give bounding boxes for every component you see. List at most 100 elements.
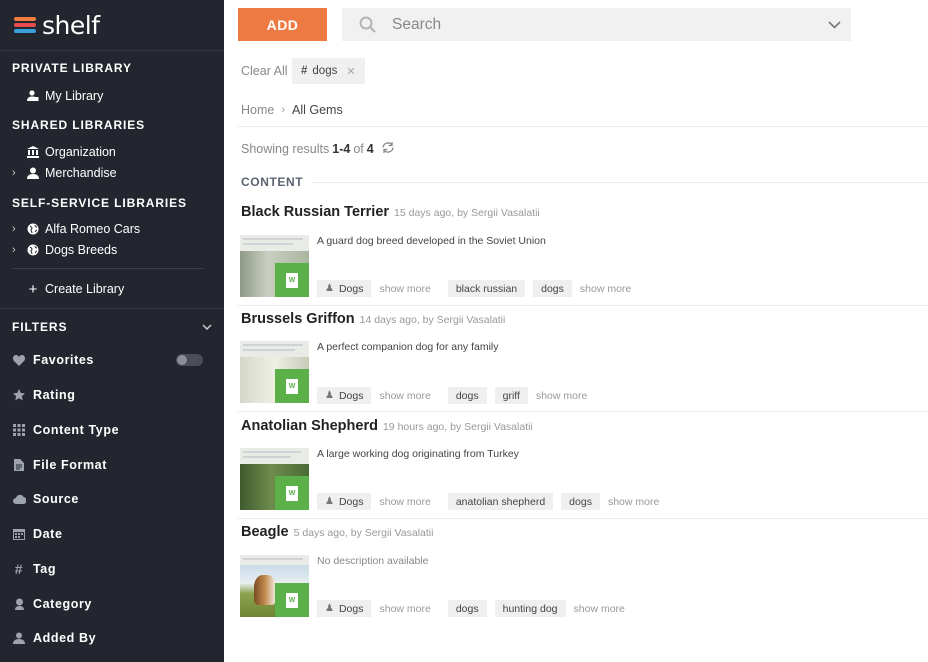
filter-favorites[interactable]: Favorites <box>12 351 94 369</box>
category-icon <box>12 598 26 610</box>
sidebar-item-alfa-romeo-cars[interactable]: › Alfa Romeo Cars <box>12 220 140 238</box>
divider <box>238 126 928 127</box>
sidebar-item-label: My Library <box>45 89 104 103</box>
gem-title[interactable]: Beagle 5 days ago, by Sergii Vasalatii <box>241 524 433 540</box>
gem-title[interactable]: Black Russian Terrier 15 days ago, by Se… <box>241 204 540 220</box>
sidebar-item-dogs-breeds[interactable]: › Dogs Breeds <box>12 241 117 259</box>
filter-label: File Format <box>33 458 107 472</box>
sidebar-item-my-library[interactable]: My Library <box>12 87 103 105</box>
category-chip[interactable]: ♟ Dogs <box>317 387 372 404</box>
results-range: 1-4 <box>332 142 351 156</box>
gem-thumbnail[interactable]: W <box>240 341 309 403</box>
tag-chip[interactable]: black russian <box>447 280 526 297</box>
gem-title[interactable]: Anatolian Shepherd 19 hours ago, by Serg… <box>241 418 533 434</box>
tag-chip[interactable]: hunting dog <box>494 600 566 617</box>
filter-tag[interactable]: # Tag <box>12 560 56 578</box>
tag-chip[interactable]: anatolian shepherd <box>447 493 554 510</box>
show-more-link[interactable]: show more <box>536 390 587 402</box>
breadcrumb: Home › All Gems <box>241 103 343 117</box>
show-more-link[interactable]: show more <box>379 603 430 615</box>
sidebar-item-label: Alfa Romeo Cars <box>45 222 141 236</box>
results-count: Showing results 1-4 of 4 <box>241 141 395 157</box>
category-chip[interactable]: ♟ Dogs <box>317 280 372 297</box>
gem-title-text[interactable]: Brussels Griffon <box>241 311 355 327</box>
favorites-toggle[interactable] <box>176 354 203 366</box>
tag-chip[interactable]: dogs <box>447 387 487 404</box>
refresh-icon[interactable] <box>381 141 395 157</box>
category-icon: ♟ <box>325 283 334 294</box>
show-more-link[interactable]: show more <box>580 283 631 295</box>
users-icon <box>24 167 42 179</box>
tag-chip[interactable]: griff <box>494 387 528 404</box>
filter-label: Content Type <box>33 423 120 437</box>
app-name: shelf <box>42 10 100 40</box>
shelf-logo-icon <box>14 15 38 35</box>
divider <box>238 518 928 519</box>
gem-title-text[interactable]: Anatolian Shepherd <box>241 418 378 434</box>
gem-title-text[interactable]: Beagle <box>241 524 289 540</box>
tag-chip[interactable]: dogs <box>561 493 600 510</box>
gem-thumbnail[interactable]: W <box>240 555 309 617</box>
breadcrumb-current: All Gems <box>292 103 343 117</box>
document-icon: W <box>275 263 309 297</box>
sidebar-item-label: Merchandise <box>45 166 117 180</box>
tag-chip[interactable]: dogs <box>447 600 487 617</box>
active-tag-label: dogs <box>312 65 338 77</box>
chevron-right-icon[interactable]: › <box>12 167 24 179</box>
sidebar-item-organization[interactable]: Organization <box>12 143 116 161</box>
gem-title[interactable]: Brussels Griffon 14 days ago, by Sergii … <box>241 311 505 327</box>
filter-added-by[interactable]: Added By <box>12 629 96 647</box>
user-icon <box>12 632 26 644</box>
gem-tags: ♟ Dogs show more dogs hunting dog show mo… <box>317 600 642 617</box>
category-chip[interactable]: ♟ Dogs <box>317 600 372 617</box>
gem-thumbnail[interactable]: W <box>240 235 309 297</box>
category-icon: ♟ <box>325 390 334 401</box>
tag-chip[interactable]: dogs <box>533 280 572 297</box>
file-icon <box>12 459 26 471</box>
gem-thumbnail[interactable]: W <box>240 448 309 510</box>
document-icon: W <box>275 369 309 403</box>
chevron-right-icon[interactable]: › <box>12 223 24 235</box>
shared-libraries-heading: SHARED LIBRARIES <box>12 118 146 132</box>
active-tag-chip[interactable]: # dogs ✕ <box>292 58 365 84</box>
logo[interactable]: shelf <box>14 10 100 40</box>
add-button[interactable]: ADD <box>238 8 327 41</box>
create-library-button[interactable]: + Create Library <box>12 280 125 298</box>
chevron-down-icon[interactable] <box>817 20 851 29</box>
results-prefix: Showing results <box>241 142 330 156</box>
sidebar-item-label: Dogs Breeds <box>45 243 118 257</box>
gem-tags: ♟ Dogs show more black russian dogs show … <box>317 280 648 297</box>
gem-description: A large working dog originating from Tur… <box>317 448 519 460</box>
chevron-down-icon[interactable] <box>202 320 212 334</box>
clear-all-link[interactable]: Clear All <box>241 64 288 78</box>
filter-date[interactable]: Date <box>12 525 63 543</box>
search-bar[interactable]: Search <box>342 8 851 41</box>
category-label: Dogs <box>338 282 364 295</box>
gem-meta: 5 days ago, by Sergii Vasalatii <box>293 527 434 539</box>
results-of: of <box>353 142 364 156</box>
show-more-link[interactable]: show more <box>608 496 659 508</box>
filter-source[interactable]: Source <box>12 490 79 508</box>
show-more-link[interactable]: show more <box>379 283 430 295</box>
filter-file-format[interactable]: File Format <box>12 456 107 474</box>
divider <box>12 268 204 269</box>
star-icon <box>12 389 26 401</box>
filter-category[interactable]: Category <box>12 595 92 613</box>
filter-content-type[interactable]: Content Type <box>12 421 119 439</box>
show-more-link[interactable]: show more <box>574 603 625 615</box>
gem-description: No description available <box>317 555 429 567</box>
breadcrumb-home[interactable]: Home <box>241 103 274 117</box>
category-label: Dogs <box>338 389 364 402</box>
filter-rating[interactable]: Rating <box>12 386 76 404</box>
gem-title-text[interactable]: Black Russian Terrier <box>241 204 389 220</box>
sidebar-item-merchandise[interactable]: › Merchandise <box>12 164 117 182</box>
content-heading: CONTENT <box>241 175 304 189</box>
search-input[interactable]: Search <box>392 16 817 34</box>
show-more-link[interactable]: show more <box>379 496 430 508</box>
filter-label: Tag <box>33 562 57 576</box>
gem-meta: 19 hours ago, by Sergii Vasalatii <box>382 421 533 433</box>
show-more-link[interactable]: show more <box>379 390 430 402</box>
chevron-right-icon[interactable]: › <box>12 244 24 256</box>
category-chip[interactable]: ♟ Dogs <box>317 493 372 510</box>
close-icon[interactable]: ✕ <box>346 65 355 78</box>
